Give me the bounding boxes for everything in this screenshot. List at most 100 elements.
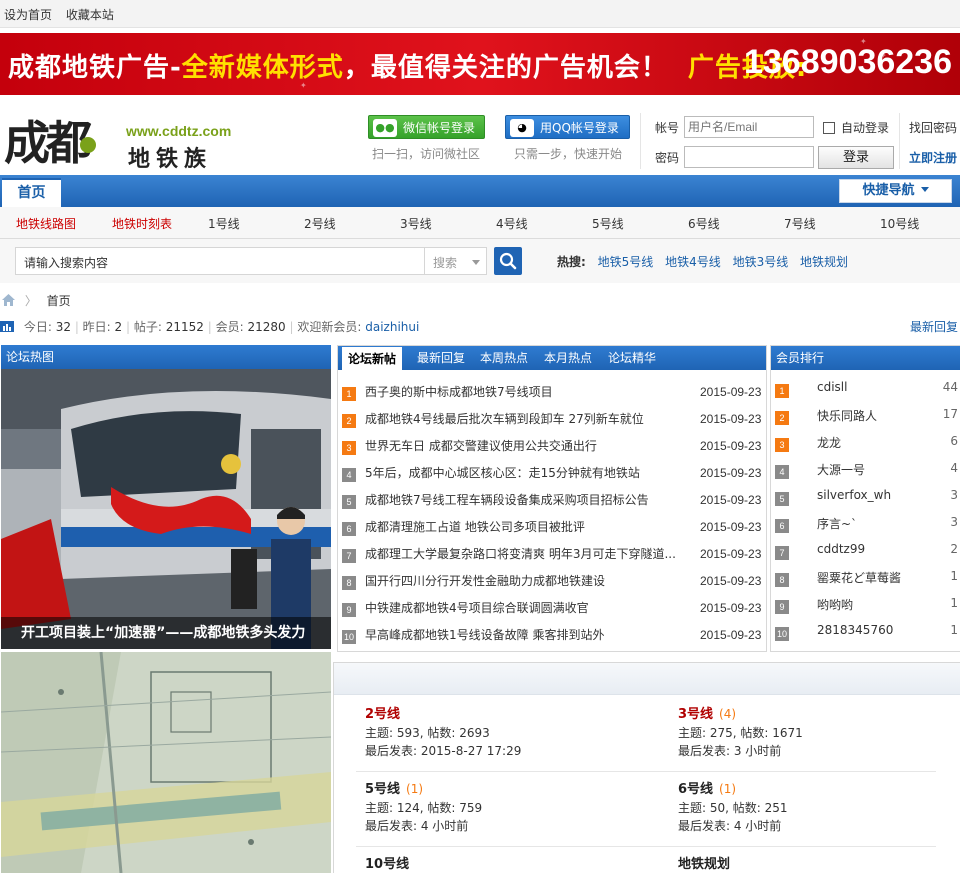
login-button[interactable]: 登录: [818, 146, 894, 169]
post-title[interactable]: 早高峰成都地铁1号线设备故障 乘客排到站外: [365, 626, 680, 643]
latest-replies-link[interactable]: 最新回复: [910, 318, 958, 335]
subnav-item[interactable]: 地铁线路图: [16, 215, 76, 232]
account-input[interactable]: [684, 116, 814, 138]
list-item[interactable]: 10 2818345760 1: [771, 620, 960, 647]
post-title[interactable]: 世界无车日 成都交警建议使用公共交通出行: [365, 437, 680, 454]
member-name[interactable]: 快乐同路人: [817, 407, 877, 424]
breadcrumb-home[interactable]: 首页: [47, 294, 71, 308]
register-link[interactable]: 立即注册: [909, 149, 957, 166]
list-item[interactable]: 3 龙龙 6: [771, 431, 960, 458]
search-input[interactable]: 请输入搜索内容: [15, 247, 425, 275]
bookmark-link[interactable]: 收藏本站: [66, 8, 114, 22]
subnav-item[interactable]: 4号线: [496, 215, 528, 232]
post-title[interactable]: 国开行四川分行开发性金融助力成都地铁建设: [365, 572, 680, 589]
forum-item[interactable]: 6号线 (1) 主题: 50, 帖数: 251 最后发表: 4 小时前: [678, 780, 788, 835]
subnav-item[interactable]: 6号线: [688, 215, 720, 232]
member-list: 1 cdisll 44 2 快乐同路人 17 3 龙龙 6 4 大源一号 4 5 silverfo…: [771, 377, 960, 647]
subnav-item[interactable]: 2号线: [304, 215, 336, 232]
list-item[interactable]: 2 快乐同路人 17: [771, 404, 960, 431]
tab-featured[interactable]: 论坛精华: [608, 346, 656, 370]
list-item[interactable]: 6 序言~` 3: [771, 512, 960, 539]
rank-badge: 1: [342, 387, 356, 401]
password-input[interactable]: [684, 146, 814, 168]
tab-weekly-hot[interactable]: 本周热点: [480, 346, 528, 370]
member-name[interactable]: 2818345760: [817, 623, 893, 637]
list-item[interactable]: 6 成都清理施工占道 地铁公司多项目被批评 2015-09-23: [338, 515, 766, 542]
list-item[interactable]: 3 世界无车日 成都交警建议使用公共交通出行 2015-09-23: [338, 434, 766, 461]
subnav-item[interactable]: 地铁时刻表: [112, 215, 172, 232]
checkbox-icon: [823, 122, 835, 134]
forum-item[interactable]: 5号线 (1) 主题: 124, 帖数: 759 最后发表: 4 小时前: [365, 780, 482, 835]
member-name[interactable]: silverfox_wh: [817, 488, 891, 502]
forum-item[interactable]: 地铁规划: [678, 855, 730, 873]
new-member-link[interactable]: daizhihui: [365, 320, 419, 334]
member-name[interactable]: cdisll: [817, 380, 847, 394]
member-name[interactable]: 哟哟哟: [817, 596, 853, 613]
forum-name[interactable]: 5号线: [365, 782, 400, 797]
station-plan-photo[interactable]: [1, 652, 331, 873]
list-item[interactable]: 7 cddtz99 2: [771, 539, 960, 566]
subnav-item[interactable]: 1号线: [208, 215, 240, 232]
member-name[interactable]: 序言~`: [817, 515, 857, 532]
qq-login-button[interactable]: ◕ 用QQ帐号登录: [505, 115, 630, 139]
hot-search-link[interactable]: 地铁5号线: [598, 255, 654, 269]
forum-name[interactable]: 3号线: [678, 707, 713, 722]
find-password-link[interactable]: 找回密码: [909, 119, 957, 136]
list-item[interactable]: 4 大源一号 4: [771, 458, 960, 485]
search-type-select[interactable]: 搜索: [425, 247, 487, 275]
list-item[interactable]: 1 西子奥的斯中标成都地铁7号线项目 2015-09-23: [338, 380, 766, 407]
forum-item[interactable]: 3号线 (4) 主题: 275, 帖数: 1671 最后发表: 3 小时前: [678, 705, 803, 760]
subnav-item[interactable]: 10号线: [880, 215, 919, 232]
tab-latest-replies[interactable]: 最新回复: [417, 346, 465, 370]
list-item[interactable]: 10 早高峰成都地铁1号线设备故障 乘客排到站外 2015-09-23: [338, 623, 766, 650]
post-title[interactable]: 成都地铁4号线最后批次车辆到段卸车 27列新车就位: [365, 410, 680, 427]
list-item[interactable]: 2 成都地铁4号线最后批次车辆到段卸车 27列新车就位 2015-09-23: [338, 407, 766, 434]
quick-nav-button[interactable]: 快捷导航: [839, 179, 952, 203]
post-title[interactable]: 成都理工大学最复杂路口将变清爽 明年3月可走下穿隧道...: [365, 545, 680, 562]
tab-new-posts[interactable]: 论坛新帖: [342, 347, 403, 370]
auto-login-checkbox[interactable]: 自动登录: [823, 119, 889, 136]
list-item[interactable]: 8 罂粟花ど草莓酱 1: [771, 566, 960, 593]
list-item[interactable]: 5 成都地铁7号线工程车辆段设备集成采购项目招标公告 2015-09-23: [338, 488, 766, 515]
list-item[interactable]: 1 cdisll 44: [771, 377, 960, 404]
member-name[interactable]: 罂粟花ど草莓酱: [817, 569, 901, 586]
ad-banner[interactable]: ✦ ✦ ✦ 成都地铁广告-全新媒体形式，最值得关注的广告机会！ 广告投放: 13…: [0, 33, 960, 95]
nav-home-tab[interactable]: 首页: [2, 178, 61, 207]
list-item[interactable]: 7 成都理工大学最复杂路口将变清爽 明年3月可走下穿隧道... 2015-09-23: [338, 542, 766, 569]
stats-chart-icon: [0, 321, 14, 332]
tab-monthly-hot[interactable]: 本月热点: [544, 346, 592, 370]
hot-search-link[interactable]: 地铁3号线: [733, 255, 789, 269]
member-name[interactable]: cddtz99: [817, 542, 865, 556]
subnav-item[interactable]: 3号线: [400, 215, 432, 232]
post-title[interactable]: 中铁建成都地铁4号项目综合联调圆满收官: [365, 599, 680, 616]
list-item[interactable]: 4 5年后，成都中心城区核心区：走15分钟就有地铁站 2015-09-23: [338, 461, 766, 488]
home-icon[interactable]: [2, 294, 15, 306]
list-item[interactable]: 5 silverfox_wh 3: [771, 485, 960, 512]
post-title[interactable]: 西子奥的斯中标成都地铁7号线项目: [365, 383, 680, 400]
post-title[interactable]: 成都地铁7号线工程车辆段设备集成采购项目招标公告: [365, 491, 680, 508]
hot-pic-slide[interactable]: 开工项目装上“加速器”——成都地铁多头发力: [1, 369, 331, 649]
wechat-login-button[interactable]: ●● 微信帐号登录: [368, 115, 485, 139]
forum-name[interactable]: 2号线: [365, 707, 400, 722]
list-item[interactable]: 9 哟哟哟 1: [771, 593, 960, 620]
list-item[interactable]: 8 国开行四川分行开发性金融助力成都地铁建设 2015-09-23: [338, 569, 766, 596]
hot-search-link[interactable]: 地铁4号线: [665, 255, 721, 269]
set-home-link[interactable]: 设为首页: [4, 8, 52, 22]
forum-name[interactable]: 10号线: [365, 857, 409, 872]
forum-item[interactable]: 10号线: [365, 855, 409, 873]
list-item[interactable]: 9 中铁建成都地铁4号项目综合联调圆满收官 2015-09-23: [338, 596, 766, 623]
post-title[interactable]: 5年后，成都中心城区核心区：走15分钟就有地铁站: [365, 464, 680, 481]
site-logo[interactable]: 成都 www.cddtz.com 地铁族: [4, 107, 254, 172]
forum-name[interactable]: 6号线: [678, 782, 713, 797]
subnav-item[interactable]: 7号线: [784, 215, 816, 232]
member-count: 44: [942, 380, 958, 394]
forum-item[interactable]: 2号线 主题: 593, 帖数: 2693 最后发表: 2015-8-27 17…: [365, 705, 521, 760]
forum-name[interactable]: 地铁规划: [678, 857, 730, 872]
search-button[interactable]: [494, 247, 522, 275]
hot-search-link[interactable]: 地铁规划: [800, 255, 848, 269]
rank-badge: 7: [342, 549, 356, 563]
subnav-item[interactable]: 5号线: [592, 215, 624, 232]
post-title[interactable]: 成都清理施工占道 地铁公司多项目被批评: [365, 518, 680, 535]
member-name[interactable]: 大源一号: [817, 461, 865, 478]
member-name[interactable]: 龙龙: [817, 434, 841, 451]
